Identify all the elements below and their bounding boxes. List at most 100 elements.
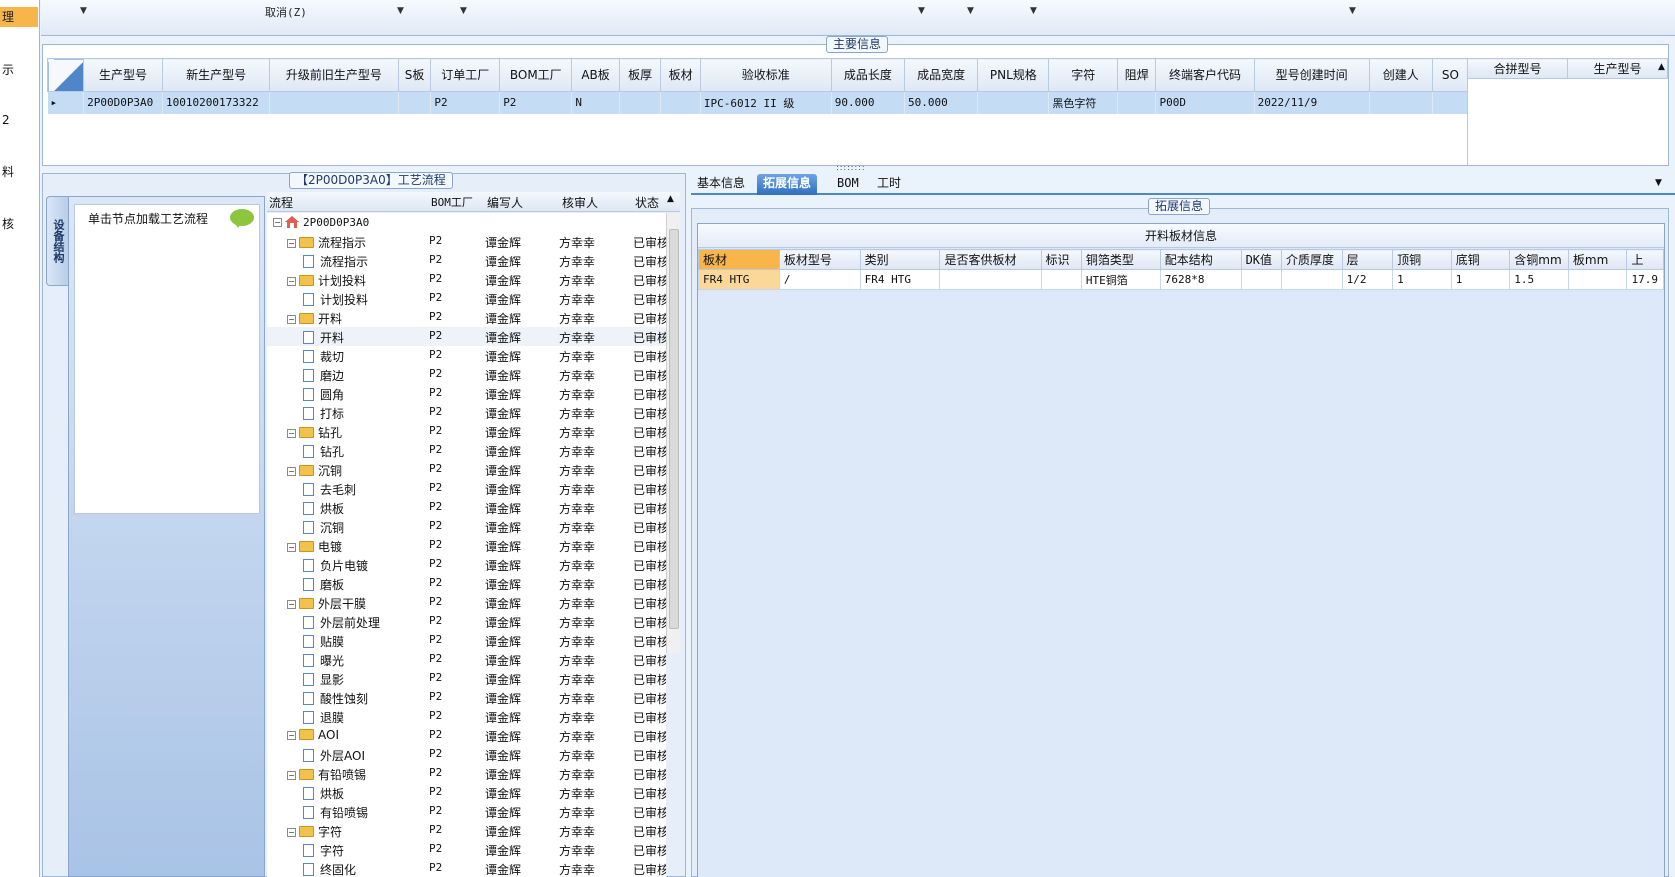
nav-item-1[interactable]: 示 <box>0 60 38 80</box>
table-cell[interactable]: IPC-6012 II 级 <box>700 91 832 114</box>
col-header[interactable]: 顶铜 <box>1392 249 1452 270</box>
tab-work-hours[interactable]: 工时 <box>871 174 907 195</box>
tree-folder-node[interactable]: − 开料 P2 谭金辉 方幸幸 已审核 <box>267 308 666 327</box>
collapse-icon[interactable]: − <box>287 277 296 286</box>
tree-doc-node[interactable]: 去毛刺 P2 谭金辉 方幸幸 已审核 <box>267 479 666 498</box>
tree-folder-node[interactable]: − 流程指示 P2 谭金辉 方幸幸 已审核 <box>267 232 666 251</box>
table-cell[interactable]: / <box>778 269 861 290</box>
col-header[interactable]: SO <box>1431 58 1470 92</box>
col-header[interactable]: 合拼型号 <box>1467 58 1568 79</box>
table-cell[interactable]: 17.9 <box>1626 269 1664 290</box>
dropdown-arrow-icon[interactable]: ▼ <box>918 6 925 16</box>
col-header[interactable]: DK值 <box>1240 249 1282 270</box>
col-header[interactable]: S板 <box>397 58 432 92</box>
table-row[interactable]: FR4 HTG / FR4 HTG HTE铜箔 7628*8 1/2 1 1 1… <box>698 269 1664 290</box>
col-header[interactable]: 终端客户代码 <box>1155 58 1255 92</box>
table-cell[interactable] <box>1567 269 1628 290</box>
col-header[interactable]: 型号创建时间 <box>1253 58 1370 92</box>
col-header[interactable]: 成品长度 <box>830 58 906 92</box>
tree-doc-node[interactable]: 流程指示 P2 谭金辉 方幸幸 已审核 <box>267 251 666 270</box>
table-cell[interactable] <box>1369 91 1433 114</box>
tree-doc-node[interactable]: 计划投料 P2 谭金辉 方幸幸 已审核 <box>267 289 666 308</box>
table-cell[interactable] <box>977 91 1050 114</box>
cancel-button[interactable]: 取消(Z) <box>265 4 307 20</box>
col-header[interactable]: PNL规格 <box>977 58 1050 92</box>
tree-doc-node[interactable]: 字符 P2 谭金辉 方幸幸 已审核 <box>267 840 666 859</box>
col-header[interactable]: BOM工厂 <box>499 58 573 92</box>
col-header[interactable]: 板厚 <box>618 58 662 92</box>
tree-doc-node[interactable]: 终固化 P2 谭金辉 方幸幸 已审核 <box>267 859 666 877</box>
tree-folder-node[interactable]: − 外层干膜 P2 谭金辉 方幸幸 已审核 <box>267 593 666 612</box>
table-cell[interactable] <box>619 91 662 114</box>
tree-doc-node[interactable]: 外层AOI P2 谭金辉 方幸幸 已审核 <box>267 745 666 764</box>
tree-folder-node[interactable]: − 电镀 P2 谭金辉 方幸幸 已审核 <box>267 536 666 555</box>
table-cell[interactable]: 90.000 <box>831 91 906 114</box>
table-cell[interactable] <box>660 91 701 114</box>
col-header[interactable]: 验收标准 <box>699 58 832 92</box>
table-cell[interactable] <box>1240 269 1282 290</box>
col-header[interactable]: 是否客供板材 <box>939 249 1042 270</box>
collapse-icon[interactable]: − <box>287 239 296 248</box>
tab-bom[interactable]: BOM <box>831 174 865 195</box>
col-header[interactable]: AB板 <box>571 58 620 92</box>
table-cell[interactable]: 50.000 <box>904 91 979 114</box>
col-header[interactable]: 铜箔类型 <box>1080 249 1161 270</box>
collapse-icon[interactable]: − <box>287 771 296 780</box>
table-cell[interactable] <box>269 91 399 114</box>
col-header[interactable]: 板材型号 <box>778 249 861 270</box>
tree-folder-node[interactable]: − 钻孔 P2 谭金辉 方幸幸 已审核 <box>267 422 666 441</box>
table-cell[interactable] <box>939 269 1042 290</box>
tree-doc-node[interactable]: 开料 P2 谭金辉 方幸幸 已审核 <box>267 327 666 346</box>
table-cell[interactable] <box>1432 91 1470 114</box>
scrollbar-thumb[interactable] <box>669 229 679 629</box>
table-cell[interactable] <box>398 91 432 114</box>
col-header[interactable]: 板材 <box>660 58 701 92</box>
tree-doc-node[interactable]: 磨边 P2 谭金辉 方幸幸 已审核 <box>267 365 666 384</box>
tree-folder-node[interactable]: − 计划投料 P2 谭金辉 方幸幸 已审核 <box>267 270 666 289</box>
table-cell[interactable]: 1 <box>1450 269 1511 290</box>
table-row[interactable]: ▸ 2P00D0P3A0 10010200173322 P2 P2 N IPC-… <box>47 91 1470 114</box>
tree-root[interactable]: − 2P00D0P3A0 <box>267 213 666 232</box>
col-header[interactable]: 订单工厂 <box>430 58 501 92</box>
tree-doc-node[interactable]: 沉铜 P2 谭金辉 方幸幸 已审核 <box>267 517 666 536</box>
table-cell[interactable]: 1 <box>1392 269 1452 290</box>
table-cell[interactable]: P2 <box>430 91 501 114</box>
tree-folder-node[interactable]: − 字符 P2 谭金辉 方幸幸 已审核 <box>267 821 666 840</box>
col-header[interactable]: 含铜mm <box>1509 249 1569 270</box>
nav-item-2[interactable]: 2 <box>0 110 38 130</box>
tree-doc-node[interactable]: 磨板 P2 谭金辉 方幸幸 已审核 <box>267 574 666 593</box>
dropdown-arrow-icon[interactable]: ▲ <box>1658 62 1665 72</box>
dropdown-arrow-icon[interactable]: ▼ <box>80 6 87 16</box>
col-header[interactable]: 核审人 <box>562 194 598 211</box>
col-header[interactable]: 上 <box>1626 249 1664 270</box>
tree-doc-node[interactable]: 曝光 P2 谭金辉 方幸幸 已审核 <box>267 650 666 669</box>
tree-doc-node[interactable]: 烘板 P2 谭金辉 方幸幸 已审核 <box>267 498 666 517</box>
tree-doc-node[interactable]: 外层前处理 P2 谭金辉 方幸幸 已审核 <box>267 612 666 631</box>
table-cell[interactable]: 黑色字符 <box>1048 91 1119 114</box>
dropdown-arrow-icon[interactable]: ▼ <box>397 6 404 16</box>
col-header[interactable]: 编写人 <box>487 194 523 211</box>
table-cell[interactable]: P2 <box>499 91 573 114</box>
table-cell[interactable]: N <box>571 91 620 114</box>
table-cell[interactable] <box>1280 269 1343 290</box>
nav-item-0[interactable]: 理 <box>0 7 38 27</box>
device-structure-tab[interactable]: 设备结构 <box>46 196 68 286</box>
row-header-corner[interactable] <box>46 58 85 92</box>
tree-doc-node[interactable]: 贴膜 P2 谭金辉 方幸幸 已审核 <box>267 631 666 650</box>
collapse-icon[interactable]: − <box>287 600 296 609</box>
tree-doc-node[interactable]: 退膜 P2 谭金辉 方幸幸 已审核 <box>267 707 666 726</box>
tree-doc-node[interactable]: 圆角 P2 谭金辉 方幸幸 已审核 <box>267 384 666 403</box>
col-header[interactable]: 新生产型号 <box>162 58 271 92</box>
table-cell[interactable]: 1/2 <box>1341 269 1394 290</box>
tree-folder-node[interactable]: − AOI P2 谭金辉 方幸幸 已审核 <box>267 726 666 745</box>
col-header[interactable]: 阻焊 <box>1117 58 1157 92</box>
col-header[interactable]: 成品宽度 <box>904 58 979 92</box>
tab-extended-info[interactable]: 拓展信息 <box>757 174 818 195</box>
scroll-up-icon[interactable]: ▲ <box>667 194 674 204</box>
table-cell[interactable]: HTE铜箔 <box>1080 269 1161 290</box>
col-header[interactable]: 生产型号 <box>1567 58 1668 79</box>
col-header[interactable]: 类别 <box>859 249 941 270</box>
tree-doc-node[interactable]: 烘板 P2 谭金辉 方幸幸 已审核 <box>267 783 666 802</box>
dropdown-arrow-icon[interactable]: ▼ <box>1030 6 1037 16</box>
col-header[interactable]: 层 <box>1341 249 1394 270</box>
